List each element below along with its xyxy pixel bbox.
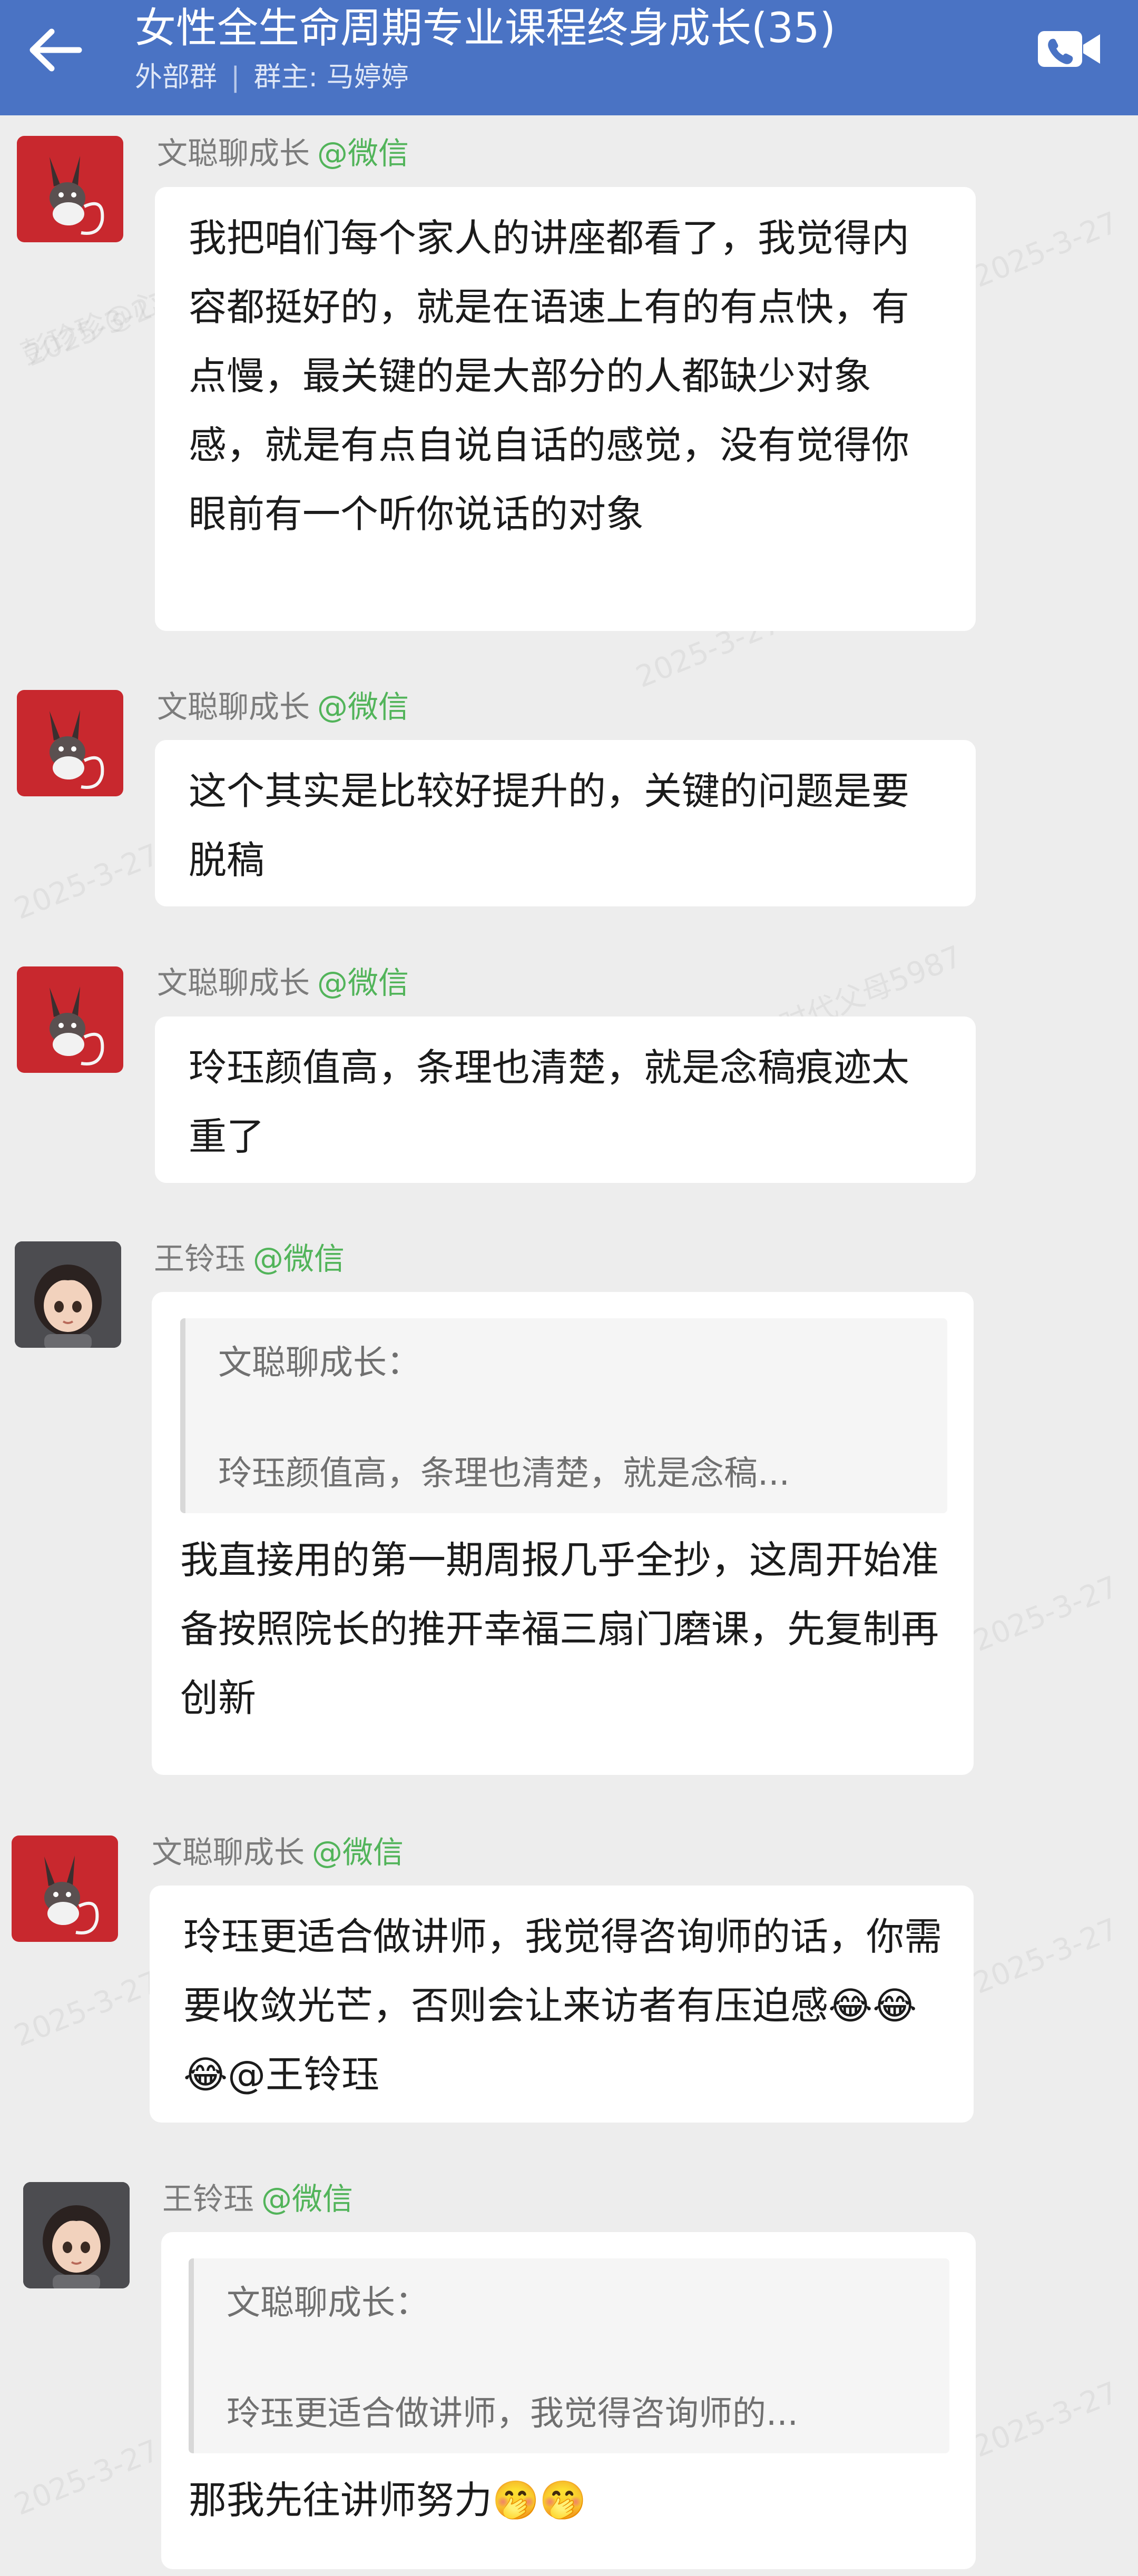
sender-source: @微信 <box>261 2181 354 2217</box>
chat-header: 女性全生命周期专业课程终身成长(35) 外部群 | 群主: 马婷婷 <box>0 0 1138 115</box>
group-title: 女性全生命周期专业课程终身成长(35) <box>135 5 836 52</box>
group-owner-label: 群主: 马婷婷 <box>253 62 409 93</box>
quote-text: 玲珏颜值高，条理也清楚，就是念稿... <box>218 1454 790 1493</box>
phone-video-icon <box>1038 31 1100 67</box>
message-bubble[interactable]: 这个其实是比较好提升的，关键的问题是要脱稿 <box>155 740 976 906</box>
message-bubble[interactable]: 玲珏颜值高，条理也清楚，就是念稿痕迹太重了 <box>155 1016 976 1183</box>
donkey-icon <box>50 710 104 789</box>
donkey-avatar[interactable] <box>12 1835 118 1942</box>
message-sender: 文聪聊成长 @微信 <box>157 964 409 1001</box>
quote-author: 文聪聊成长： <box>218 1344 420 1383</box>
message-sender: 王铃珏 @微信 <box>162 2180 353 2217</box>
donkey-icon <box>50 986 104 1065</box>
call-button[interactable] <box>1033 20 1106 78</box>
watermark-date: 2025-3-27 <box>968 2375 1123 2464</box>
message-text: 我把咱们每个家人的讲座都看了，我觉得内容都挺好的，就是在语速上有的有点快，有点慢… <box>189 216 910 536</box>
quote-text: 玲珏更适合做讲师，我觉得咨询师的... <box>227 2394 799 2433</box>
girl-avatar[interactable] <box>15 1241 121 1348</box>
message-sender: 文聪聊成长 @微信 <box>157 135 409 172</box>
message-text: 玲珏颜值高，条理也清楚，就是念稿痕迹太重了 <box>189 1045 910 1159</box>
watermark-date: 2025-3-27 <box>20 284 175 373</box>
quoted-message[interactable]: 文聪聊成长： 玲珏颜值高，条理也清楚，就是念稿... <box>180 1318 947 1513</box>
message-sender: 文聪聊成长 @微信 <box>157 688 409 725</box>
sender-source: @微信 <box>312 1834 404 1870</box>
message-text: 那我先往讲师努力🤭🤭 <box>189 2478 587 2522</box>
watermark-date: 2025-3-27 <box>9 837 164 926</box>
girl-avatar[interactable] <box>23 2182 130 2288</box>
subtitle-divider: | <box>231 62 240 93</box>
sender-name: 文聪聊成长 <box>152 1834 305 1870</box>
message-bubble[interactable]: 玲珏更适合做讲师，我觉得咨询师的话，你需要收敛光芒，否则会让来访者有压迫感😂😂😂… <box>150 1886 974 2123</box>
group-type-label: 外部群 <box>135 62 218 93</box>
message-sender: 王铃珏 @微信 <box>154 1240 345 1277</box>
message-text: 我直接用的第一期周报几乎全抄，这周开始准备按照院长的推开幸福三扇门磨课，先复制再… <box>180 1538 939 1720</box>
girl-portrait-icon <box>23 2182 130 2288</box>
sender-source: @微信 <box>253 1241 345 1277</box>
quote-author: 文聪聊成长： <box>227 2284 429 2323</box>
donkey-icon <box>50 156 104 235</box>
sender-source: @微信 <box>317 689 409 725</box>
watermark-date: 2025-3-27 <box>968 1570 1123 1659</box>
sender-source: @微信 <box>317 965 409 1001</box>
watermark-date: 2025-3-27 <box>9 2433 164 2522</box>
donkey-avatar[interactable] <box>17 690 123 796</box>
message-bubble[interactable]: 文聪聊成长： 玲珏更适合做讲师，我觉得咨询师的... 那我先往讲师努力🤭🤭 <box>161 2232 976 2569</box>
watermark-date: 2025-3-27 <box>968 205 1123 294</box>
donkey-avatar[interactable] <box>17 966 123 1073</box>
watermark-date: 2025-3-27 <box>968 1912 1123 2001</box>
donkey-icon <box>44 1855 99 1935</box>
sender-name: 文聪聊成长 <box>157 689 310 725</box>
sender-name: 文聪聊成长 <box>157 965 310 1001</box>
sender-source: @微信 <box>317 135 409 171</box>
message-sender: 文聪聊成长 @微信 <box>152 1834 404 1871</box>
sender-name: 文聪聊成长 <box>157 135 310 171</box>
sender-name: 王铃珏 <box>154 1241 246 1277</box>
watermark-date: 2025-3-27 <box>9 1965 164 2054</box>
message-bubble[interactable]: 我把咱们每个家人的讲座都看了，我觉得内容都挺好的，就是在语速上有的有点快，有点慢… <box>155 187 976 631</box>
message-bubble[interactable]: 文聪聊成长： 玲珏颜值高，条理也清楚，就是念稿... 我直接用的第一期周报几乎全… <box>152 1292 974 1775</box>
message-text: 玲珏更适合做讲师，我觉得咨询师的话，你需要收敛光芒，否则会让来访者有压迫感😂😂😂… <box>183 1914 943 2097</box>
arrow-left-icon <box>30 28 82 72</box>
girl-portrait-icon <box>15 1241 121 1348</box>
back-button[interactable] <box>21 16 90 84</box>
group-subtitle: 外部群 | 群主: 马婷婷 <box>135 59 409 96</box>
quoted-message[interactable]: 文聪聊成长： 玲珏更适合做讲师，我觉得咨询师的... <box>189 2258 949 2453</box>
sender-name: 王铃珏 <box>162 2181 254 2217</box>
message-text: 这个其实是比较好提升的，关键的问题是要脱稿 <box>189 769 910 882</box>
donkey-avatar[interactable] <box>17 136 123 242</box>
